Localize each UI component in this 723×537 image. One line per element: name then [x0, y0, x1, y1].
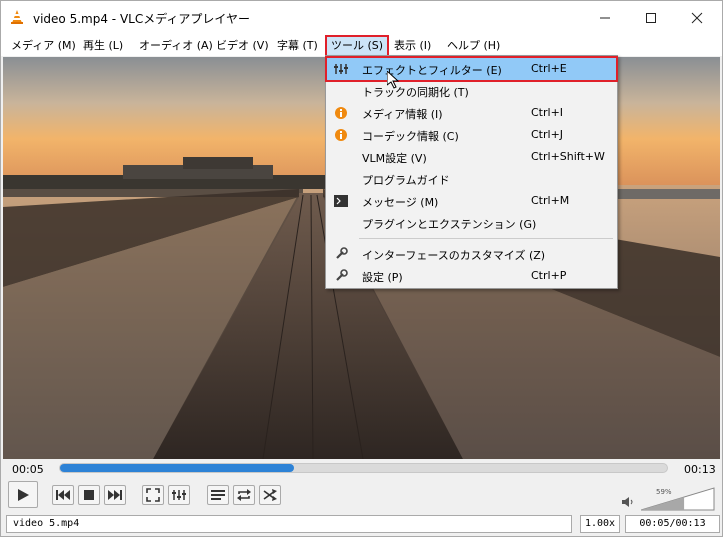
menu-item-label: プラグインとエクステンション (G): [362, 218, 537, 231]
menu-item-label: メディア情報 (I): [362, 108, 443, 121]
next-icon: [108, 490, 122, 500]
menu-help[interactable]: ヘルプ (H): [443, 37, 504, 55]
menu-view[interactable]: 表示 (I): [390, 37, 435, 55]
menu-item-track-sync[interactable]: トラックの同期化 (T): [327, 80, 616, 102]
extended-settings-button[interactable]: [168, 485, 190, 505]
menu-item-messages[interactable]: メッセージ (M) Ctrl+M: [327, 190, 616, 212]
menu-item-codec-info[interactable]: コーデック情報 (C) Ctrl+J: [327, 124, 616, 146]
menu-media[interactable]: メディア (M): [7, 37, 80, 55]
menu-item-label: エフェクトとフィルター (E): [362, 64, 502, 77]
wrench-icon: [333, 268, 349, 284]
info-icon: [333, 105, 349, 121]
menu-playback[interactable]: 再生 (L): [79, 37, 127, 55]
menu-item-media-info[interactable]: メディア情報 (I) Ctrl+I: [327, 102, 616, 124]
loop-icon: [237, 489, 251, 501]
menu-subtitle[interactable]: 字幕 (T): [273, 37, 322, 55]
volume-slider[interactable]: [641, 487, 715, 511]
minimize-icon: [600, 17, 610, 18]
fullscreen-button[interactable]: [142, 485, 164, 505]
fullscreen-icon: [146, 488, 160, 502]
wrench-icon: [333, 246, 349, 262]
menu-item-shortcut: Ctrl+M: [531, 194, 570, 207]
extended-settings-icon: [172, 490, 186, 500]
menu-item-label: トラックの同期化 (T): [362, 86, 469, 99]
equalizer-icon: [333, 61, 349, 77]
playlist-icon: [211, 490, 225, 500]
menu-item-shortcut: Ctrl+J: [531, 128, 564, 141]
status-filename: video 5.mp4: [6, 515, 572, 533]
vlc-cone-icon: [11, 10, 23, 24]
menu-item-shortcut: Ctrl+P: [531, 269, 567, 282]
seek-bar-progress: [60, 464, 294, 472]
menu-item-vlm-config[interactable]: VLM設定 (V) Ctrl+Shift+W: [327, 146, 616, 168]
next-button[interactable]: [104, 485, 126, 505]
menu-tools[interactable]: ツール (S): [324, 35, 390, 57]
menu-item-plugins-extensions[interactable]: プラグインとエクステンション (G): [327, 212, 616, 234]
menu-item-shortcut: Ctrl+Shift+W: [531, 150, 605, 163]
play-icon: [18, 488, 29, 501]
previous-button[interactable]: [52, 485, 74, 505]
info-icon: [333, 127, 349, 143]
menu-audio[interactable]: オーディオ (A): [135, 37, 217, 55]
minimize-button[interactable]: [582, 1, 628, 34]
vlc-window: video 5.mp4 - VLCメディアプレイヤー メディア (M) 再生 (…: [0, 0, 723, 537]
stop-button[interactable]: [78, 485, 100, 505]
loop-button[interactable]: [233, 485, 255, 505]
close-button[interactable]: [674, 1, 720, 34]
menu-item-label: インターフェースのカスタマイズ (Z): [362, 249, 546, 262]
tools-dropdown-menu: エフェクトとフィルター (E) Ctrl+E トラックの同期化 (T) メディア…: [325, 55, 618, 289]
menu-item-label: コーデック情報 (C): [362, 130, 459, 143]
seek-bar[interactable]: [59, 463, 668, 473]
elapsed-time: 00:05: [12, 463, 44, 476]
menu-item-shortcut: Ctrl+E: [531, 62, 567, 75]
total-time: 00:13: [684, 463, 716, 476]
maximize-button[interactable]: [628, 1, 674, 34]
menu-bar: メディア (M) 再生 (L) オーディオ (A) ビデオ (V) 字幕 (T)…: [1, 34, 722, 57]
menu-item-shortcut: Ctrl+I: [531, 106, 564, 119]
menu-item-label: 設定 (P): [362, 271, 403, 284]
menu-video[interactable]: ビデオ (V): [212, 37, 273, 55]
playback-speed[interactable]: 1.00x: [580, 515, 620, 533]
mouse-cursor-icon: [387, 71, 399, 89]
menu-item-effects-filters[interactable]: エフェクトとフィルター (E) Ctrl+E: [325, 56, 618, 82]
stop-icon: [84, 490, 94, 500]
menu-item-customize-interface[interactable]: インターフェースのカスタマイズ (Z): [327, 243, 616, 265]
window-title: video 5.mp4 - VLCメディアプレイヤー: [33, 12, 251, 26]
title-bar: video 5.mp4 - VLCメディアプレイヤー: [1, 1, 722, 34]
maximize-icon: [646, 12, 656, 23]
menu-item-label: プログラムガイド: [362, 174, 450, 187]
menu-item-program-guide[interactable]: プログラムガイド: [327, 168, 616, 190]
close-icon: [691, 12, 703, 23]
status-time[interactable]: 00:05/00:13: [625, 515, 720, 533]
menu-separator: [359, 238, 613, 239]
playlist-button[interactable]: [207, 485, 229, 505]
shuffle-icon: [263, 489, 277, 501]
menu-item-preferences[interactable]: 設定 (P) Ctrl+P: [327, 265, 616, 287]
shuffle-button[interactable]: [259, 485, 281, 505]
previous-icon: [56, 490, 70, 500]
volume-icon[interactable]: [621, 495, 635, 509]
menu-item-label: VLM設定 (V): [362, 152, 427, 165]
play-button[interactable]: [8, 481, 38, 508]
terminal-icon: [333, 193, 349, 209]
menu-item-label: メッセージ (M): [362, 196, 439, 209]
